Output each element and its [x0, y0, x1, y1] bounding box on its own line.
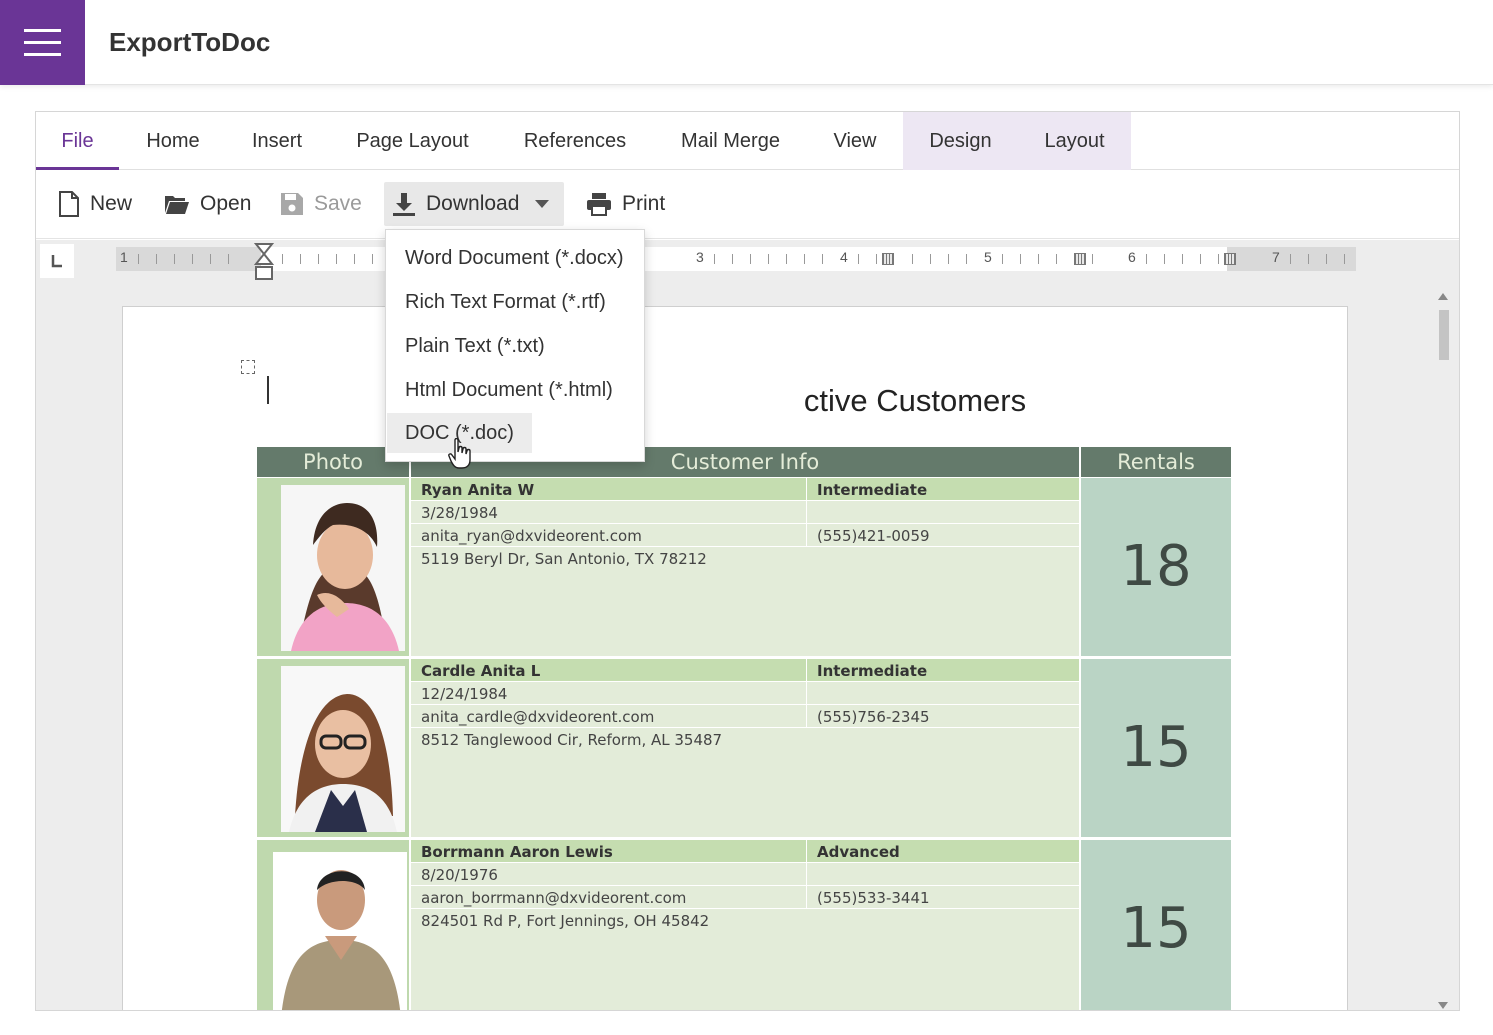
save-icon — [281, 193, 303, 215]
table-row: Borrmann Aaron Lewis Advanced 8/20/1976 … — [257, 840, 1231, 1010]
scroll-down-arrow-icon[interactable] — [1438, 1002, 1448, 1009]
scroll-thumb[interactable] — [1439, 310, 1449, 360]
ribbon-toolbar: New Open Save Download Print — [36, 170, 1459, 239]
tab-layout[interactable]: Layout — [1018, 112, 1131, 170]
tab-stop-selector[interactable] — [40, 244, 74, 278]
folder-open-icon — [165, 196, 189, 214]
customer-info-cell: Borrmann Aaron Lewis Advanced 8/20/1976 … — [411, 840, 1079, 1010]
tab-page-layout[interactable]: Page Layout — [341, 112, 484, 170]
table-row: Cardle Anita L Intermediate 12/24/1984 a… — [257, 659, 1231, 839]
customer-address: 8512 Tanglewood Cir, Reform, AL 35487 — [421, 731, 723, 749]
column-marker[interactable] — [1074, 253, 1086, 265]
rentals-count: 15 — [1081, 659, 1231, 837]
new-document-icon — [59, 191, 79, 217]
tab-mail-merge[interactable]: Mail Merge — [666, 112, 795, 170]
document-heading: ctive Customers — [123, 383, 1349, 419]
save-button[interactable]: Save — [272, 182, 370, 226]
print-button-label: Print — [622, 192, 666, 215]
tab-home[interactable]: Home — [133, 112, 213, 170]
customer-email: anita_cardle@dxvideorent.com — [421, 708, 655, 726]
customer-photo — [281, 666, 405, 832]
tab-references[interactable]: References — [509, 112, 641, 170]
menu-item-docx[interactable]: Word Document (*.docx) — [387, 238, 642, 278]
customer-birth-date: 8/20/1976 — [421, 866, 498, 884]
ruler-number: 3 — [696, 249, 704, 265]
rentals-count: 15 — [1081, 840, 1231, 1010]
menu-icon — [24, 29, 61, 32]
photo-cell — [257, 840, 409, 1010]
customer-level: Intermediate — [817, 662, 928, 680]
customer-email: anita_ryan@dxvideorent.com — [421, 527, 642, 545]
table-row: Ryan Anita W Intermediate 3/28/1984 anit… — [257, 478, 1231, 658]
photo-cell — [257, 659, 409, 837]
tab-insert[interactable]: Insert — [239, 112, 315, 170]
ribbon-tabs: File Home Insert Page Layout References … — [36, 112, 1459, 170]
document-page[interactable]: ctive Customers Photo Customer Info Rent… — [122, 306, 1349, 1010]
photo-cell — [257, 478, 409, 656]
download-button[interactable]: Download — [384, 182, 564, 226]
save-button-label: Save — [314, 192, 362, 215]
tab-design[interactable]: Design — [903, 112, 1018, 170]
download-menu: Word Document (*.docx) Rich Text Format … — [385, 229, 645, 462]
customer-photo — [273, 852, 407, 1010]
customer-portrait-image — [281, 485, 405, 651]
customer-portrait-image — [281, 666, 405, 832]
customer-level: Intermediate — [817, 481, 928, 499]
customer-address: 824501 Rd P, Fort Jennings, OH 45842 — [421, 912, 710, 930]
menu-item-html[interactable]: Html Document (*.html) — [387, 370, 631, 410]
download-icon — [393, 193, 415, 216]
customer-phone: (555)533-3441 — [817, 889, 930, 907]
ruler-number: 1 — [120, 249, 128, 265]
print-button[interactable]: Print — [578, 182, 673, 226]
chevron-down-icon — [535, 200, 550, 208]
left-tab-icon — [51, 255, 62, 268]
customer-phone: (555)421-0059 — [817, 527, 930, 545]
header-rentals: Rentals — [1081, 447, 1231, 477]
vertical-scrollbar[interactable] — [1433, 288, 1459, 1010]
ruler-number: 5 — [984, 249, 992, 265]
customer-portrait-image — [273, 852, 407, 1010]
customer-name: Ryan Anita W — [421, 481, 535, 499]
app-header: ExportToDoc — [0, 0, 1493, 85]
rich-edit-control: File Home Insert Page Layout References … — [35, 111, 1460, 1011]
column-marker[interactable] — [1224, 253, 1236, 265]
customer-address: 5119 Beryl Dr, San Antonio, TX 78212 — [421, 550, 707, 568]
customer-name: Borrmann Aaron Lewis — [421, 843, 613, 861]
open-button[interactable]: Open — [156, 182, 259, 226]
customer-info-cell: Cardle Anita L Intermediate 12/24/1984 a… — [411, 659, 1079, 837]
customer-birth-date: 3/28/1984 — [421, 504, 498, 522]
indent-marker-icon[interactable] — [254, 243, 274, 283]
ruler-number: 7 — [1272, 249, 1280, 265]
customer-info-cell: Ryan Anita W Intermediate 3/28/1984 anit… — [411, 478, 1079, 656]
customer-phone: (555)756-2345 — [817, 708, 930, 726]
menu-item-txt[interactable]: Plain Text (*.txt) — [387, 326, 563, 366]
menu-item-rtf[interactable]: Rich Text Format (*.rtf) — [387, 282, 624, 322]
rentals-count: 18 — [1081, 478, 1231, 656]
new-button[interactable]: New — [50, 182, 140, 226]
tab-file[interactable]: File — [36, 112, 119, 170]
scroll-up-arrow-icon[interactable] — [1438, 293, 1448, 300]
customer-level: Advanced — [817, 843, 900, 861]
table-anchor-icon[interactable] — [241, 360, 255, 374]
hand-cursor-icon — [448, 438, 471, 469]
horizontal-ruler[interactable]: 1 3 4 5 6 7 — [116, 243, 1356, 280]
printer-icon — [587, 193, 611, 216]
ruler-number: 4 — [840, 249, 848, 265]
open-button-label: Open — [200, 192, 252, 215]
hamburger-menu-button[interactable] — [0, 0, 85, 85]
customer-name: Cardle Anita L — [421, 662, 541, 680]
new-button-label: New — [90, 192, 133, 215]
customer-email: aaron_borrmann@dxvideorent.com — [421, 889, 687, 907]
tab-view[interactable]: View — [820, 112, 890, 170]
document-heading-text: ctive Customers — [803, 383, 1027, 418]
document-canvas[interactable]: 1 3 4 5 6 7 ctive Customers Photo Custom… — [36, 240, 1459, 1010]
customer-birth-date: 12/24/1984 — [421, 685, 508, 703]
column-marker[interactable] — [882, 253, 894, 265]
customer-photo — [281, 485, 405, 651]
ruler-number: 6 — [1128, 249, 1136, 265]
download-button-label: Download — [426, 192, 520, 215]
app-title: ExportToDoc — [109, 27, 271, 57]
